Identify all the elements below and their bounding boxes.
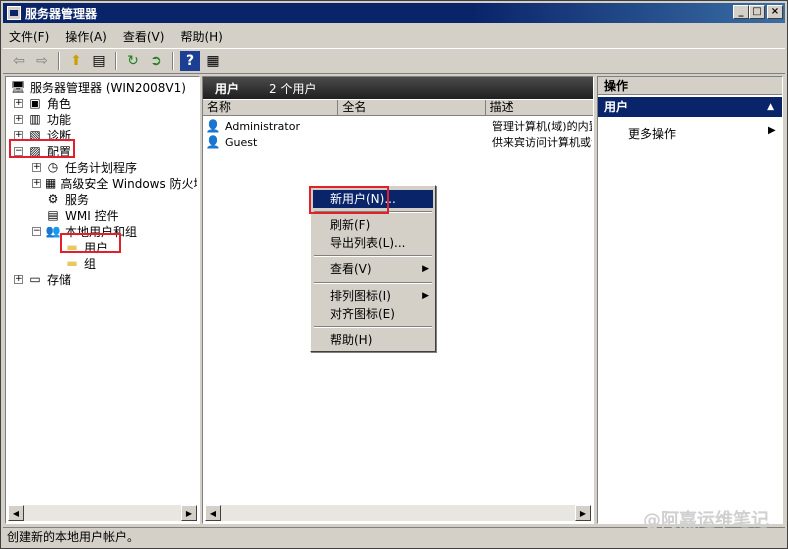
services-icon: ⚙: [47, 192, 59, 206]
refresh-icon[interactable]: ↻: [123, 51, 143, 71]
action-pane-icon[interactable]: ▦: [203, 51, 223, 71]
actions-pane: 操作 用户 ▲ 更多操作 ▶: [597, 76, 783, 524]
close-button[interactable]: ×: [767, 5, 783, 19]
expand-icon[interactable]: +: [14, 274, 23, 284]
collapse-icon[interactable]: −: [32, 226, 41, 236]
window-title: 服务器管理器: [25, 6, 98, 21]
ctx-help[interactable]: 帮助(H): [313, 331, 433, 349]
back-icon[interactable]: ⇦: [9, 51, 29, 71]
clock-icon: ◷: [47, 160, 59, 174]
up-folder-icon[interactable]: ⬆: [66, 51, 86, 71]
expand-icon[interactable]: +: [32, 162, 41, 172]
server-manager-icon: [7, 6, 21, 20]
tree-item-users[interactable]: ▬ 用户: [64, 239, 108, 255]
tree-item-storage[interactable]: + ▭ 存储: [14, 271, 71, 287]
diagnostics-icon: ▧: [29, 128, 41, 142]
menu-view[interactable]: 查看(V): [123, 28, 165, 45]
ctx-new-user[interactable]: 新用户(N)...: [313, 190, 433, 208]
roles-icon: ▣: [29, 96, 41, 110]
column-headers: 名称 全名 描述: [203, 100, 594, 116]
tree-item-roles[interactable]: + ▣ 角色: [14, 95, 71, 111]
tree-item-local-users-groups[interactable]: − 👥 本地用户和组: [32, 223, 137, 239]
tree-item-groups[interactable]: ▬ 组: [64, 255, 96, 271]
folder-icon: ▬: [66, 240, 78, 254]
storage-icon: ▭: [29, 272, 41, 286]
submenu-arrow-icon: ▶: [768, 125, 776, 136]
wmi-icon: ▤: [47, 208, 59, 222]
submenu-arrow-icon: ▶: [422, 291, 429, 301]
context-menu: 新用户(N)... 刷新(F) 导出列表(L)... 查看(V) ▶ 排列图标(…: [310, 185, 436, 352]
column-name[interactable]: 名称: [203, 100, 339, 116]
configuration-icon: ▨: [29, 144, 41, 158]
ctx-export-list[interactable]: 导出列表(L)...: [313, 234, 433, 252]
users-groups-icon: 👥: [45, 224, 61, 238]
collapse-up-icon[interactable]: ▲: [767, 97, 774, 117]
help-icon[interactable]: ?: [180, 51, 200, 71]
server-icon: 🖥: [10, 80, 26, 94]
menu-file[interactable]: 文件(F): [9, 28, 49, 45]
tree-item-task-scheduler[interactable]: + ◷ 任务计划程序: [32, 159, 137, 175]
tree-item-firewall[interactable]: + ▦ 高级安全 Windows 防火墙: [32, 175, 197, 191]
user-icon: 👤: [205, 135, 221, 149]
ctx-line-up-icons[interactable]: 对齐图标(E): [313, 305, 433, 323]
scroll-right-icon[interactable]: ▶: [181, 505, 197, 521]
actions-section-users[interactable]: 用户 ▲: [598, 97, 782, 117]
scroll-left-icon[interactable]: ◀: [205, 505, 221, 521]
tree-item-wmi[interactable]: ▤ WMI 控件: [45, 207, 118, 223]
ctx-view[interactable]: 查看(V) ▶: [313, 260, 433, 278]
minimize-button[interactable]: _: [733, 5, 749, 19]
list-scrollbar[interactable]: ◀ ▶: [205, 505, 591, 521]
server-manager-window: 服务器管理器 _ □ × 文件(F) 操作(A) 查看(V) 帮助(H) ⇦ ⇨…: [0, 0, 788, 549]
firewall-icon: ▦: [45, 176, 57, 190]
ctx-arrange-icons[interactable]: 排列图标(I) ▶: [313, 287, 433, 305]
expand-icon[interactable]: +: [14, 130, 23, 140]
column-fullname[interactable]: 全名: [338, 100, 486, 116]
maximize-button[interactable]: □: [749, 5, 765, 19]
tree-item-services[interactable]: ⚙ 服务: [45, 191, 89, 207]
expand-icon[interactable]: +: [14, 98, 23, 108]
expand-icon[interactable]: +: [14, 114, 23, 124]
tree-scrollbar[interactable]: ◀ ▶: [8, 505, 197, 521]
forward-icon[interactable]: ⇨: [32, 51, 52, 71]
scroll-right-icon[interactable]: ▶: [575, 505, 591, 521]
menu-bar: 文件(F) 操作(A) 查看(V) 帮助(H): [3, 25, 785, 47]
tree-item-features[interactable]: + ▥ 功能: [14, 111, 71, 127]
features-icon: ▥: [29, 112, 41, 126]
menu-action[interactable]: 操作(A): [65, 28, 107, 45]
watermark: @阿嘉运维笔记: [643, 510, 769, 531]
list-header: 用户 2 个用户: [203, 77, 593, 99]
user-icon: 👤: [205, 119, 221, 133]
submenu-arrow-icon: ▶: [422, 264, 429, 274]
table-row[interactable]: 👤 Administrator 管理计算机(域)的内置帐户: [205, 118, 592, 134]
scroll-left-icon[interactable]: ◀: [8, 505, 24, 521]
title-bar[interactable]: 服务器管理器 _ □ ×: [3, 3, 785, 23]
menu-help[interactable]: 帮助(H): [180, 28, 222, 45]
column-description[interactable]: 描述: [485, 100, 594, 116]
ctx-refresh[interactable]: 刷新(F): [313, 216, 433, 234]
table-row[interactable]: 👤 Guest 供来宾访问计算机或访问域的内置帐户: [205, 134, 592, 150]
tree-item-configuration[interactable]: − ▨ 配置: [14, 143, 71, 159]
navigation-tree[interactable]: 🖥 服务器管理器 (WIN2008V1) + ▣ 角色 + ▥ 功能 + ▧ 诊…: [5, 76, 200, 524]
more-actions[interactable]: 更多操作 ▶: [628, 125, 776, 142]
tree-item-diagnostics[interactable]: + ▧ 诊断: [14, 127, 71, 143]
expand-icon[interactable]: +: [32, 178, 41, 188]
actions-title: 操作: [598, 77, 782, 95]
export-icon[interactable]: ➲: [146, 51, 166, 71]
toolbar: ⇦ ⇨ ⬆ ▤ ↻ ➲ ? ▦: [3, 48, 785, 74]
show-hide-tree-icon[interactable]: ▤: [89, 51, 109, 71]
folder-icon: ▬: [66, 256, 78, 270]
collapse-icon[interactable]: −: [14, 146, 23, 156]
tree-root[interactable]: 🖥 服务器管理器 (WIN2008V1): [10, 79, 186, 95]
